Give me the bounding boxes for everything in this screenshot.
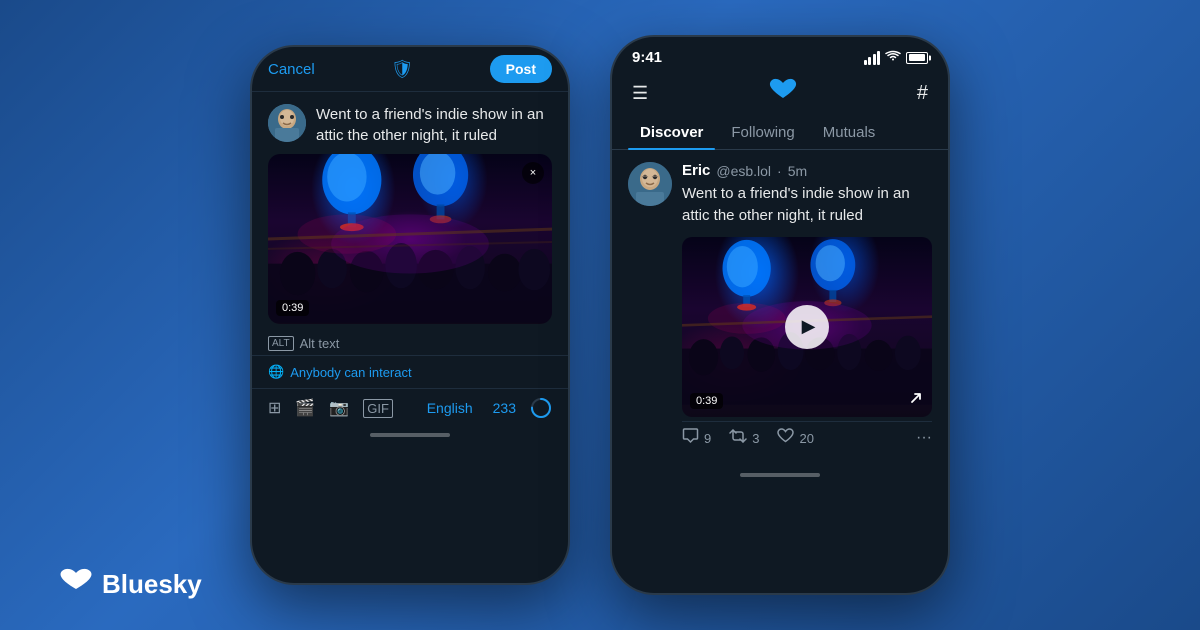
post-text: Went to a friend's indie show in an atti… [682, 183, 932, 227]
tab-mutuals[interactable]: Mutuals [811, 116, 888, 149]
post-content: Eric @esb.lol · 5m Went to a friend's in… [682, 162, 932, 455]
tab-discover[interactable]: Discover [628, 116, 715, 149]
compose-tools-row: ⊞ 🎬 📷 GIF English 233 [252, 389, 568, 427]
compose-body: Went to a friend's indie show in an atti… [252, 92, 568, 154]
brand-name-label: Bluesky [102, 569, 202, 600]
comment-action-button[interactable]: 9 [682, 428, 711, 449]
post-author-avatar[interactable] [628, 162, 672, 206]
post-video-duration: 0:39 [690, 393, 723, 409]
more-options-button[interactable]: ··· [916, 429, 932, 447]
feed-header: ☰ # [612, 70, 948, 116]
bluesky-branding: Bluesky [60, 567, 202, 602]
interaction-setting-row[interactable]: 🌐 Anybody can interact [252, 356, 568, 389]
signal-icon [864, 51, 881, 65]
status-bar: 9:41 [612, 37, 948, 70]
camera-tool-icon[interactable]: 📷 [329, 398, 349, 418]
home-indicator-right [740, 473, 820, 477]
bluesky-logo-icon [769, 78, 797, 108]
character-count: 233 [493, 400, 516, 416]
brand-butterfly-icon [60, 567, 92, 602]
compose-header: Cancel 🛡 Post [252, 47, 568, 92]
post-time: · [777, 163, 782, 179]
like-action-button[interactable]: 20 [777, 428, 813, 448]
post-timestamp: 5m [788, 163, 807, 179]
post-media-video[interactable]: ▶ 0:39 [682, 237, 932, 417]
home-indicator [370, 433, 450, 437]
scene: Cancel 🛡 Post Went t [0, 0, 1200, 630]
close-icon: × [530, 167, 536, 179]
language-label[interactable]: English [427, 400, 473, 416]
shield-icon: 🛡 [391, 59, 414, 80]
image-tool-icon[interactable]: ⊞ [268, 398, 281, 418]
tabs-row: Discover Following Mutuals [612, 116, 948, 150]
compose-media-attachment: × 0:39 [268, 154, 552, 324]
alt-text-label: Alt text [300, 336, 340, 351]
alt-text-icon: ALT [268, 336, 294, 351]
alt-text-row[interactable]: ALT Alt text [252, 332, 568, 356]
repost-icon [729, 429, 747, 448]
phone-feed: 9:41 [610, 35, 950, 595]
compose-text-field[interactable]: Went to a friend's indie show in an atti… [316, 104, 552, 146]
video-duration-badge: 0:39 [276, 300, 309, 316]
hashtag-icon[interactable]: # [917, 82, 928, 105]
interaction-label: Anybody can interact [290, 365, 411, 380]
media-close-button[interactable]: × [522, 162, 544, 184]
repost-action-button[interactable]: 3 [729, 429, 759, 448]
char-count-progress [530, 397, 552, 419]
share-icon[interactable] [908, 390, 924, 409]
composer-avatar [268, 104, 306, 142]
status-icons [864, 50, 929, 65]
post-author-row: Eric @esb.lol · 5m [682, 162, 932, 179]
post-author-name: Eric [682, 162, 710, 179]
post-actions-row: 9 3 [682, 421, 932, 455]
globe-icon: 🌐 [268, 364, 284, 380]
post-author-handle: @esb.lol [716, 163, 771, 179]
play-icon: ▶ [802, 316, 816, 337]
comment-icon [682, 428, 699, 449]
gif-tool-icon[interactable]: 🎬 [295, 398, 315, 418]
comment-count: 9 [704, 431, 711, 446]
extras-tool-icon[interactable]: GIF [363, 399, 393, 418]
post-button[interactable]: Post [490, 55, 552, 83]
phone-compose: Cancel 🛡 Post Went t [250, 45, 570, 585]
tab-following[interactable]: Following [719, 116, 806, 149]
like-count: 20 [799, 431, 813, 446]
repost-count: 3 [752, 431, 759, 446]
wifi-icon [885, 50, 901, 65]
battery-icon [906, 52, 928, 64]
more-icon: ··· [916, 429, 932, 447]
hamburger-menu-icon[interactable]: ☰ [632, 83, 648, 104]
status-time: 9:41 [632, 49, 662, 66]
like-icon [777, 428, 794, 448]
play-button[interactable]: ▶ [785, 305, 829, 349]
cancel-button[interactable]: Cancel [268, 61, 315, 78]
post-card: Eric @esb.lol · 5m Went to a friend's in… [612, 150, 948, 467]
